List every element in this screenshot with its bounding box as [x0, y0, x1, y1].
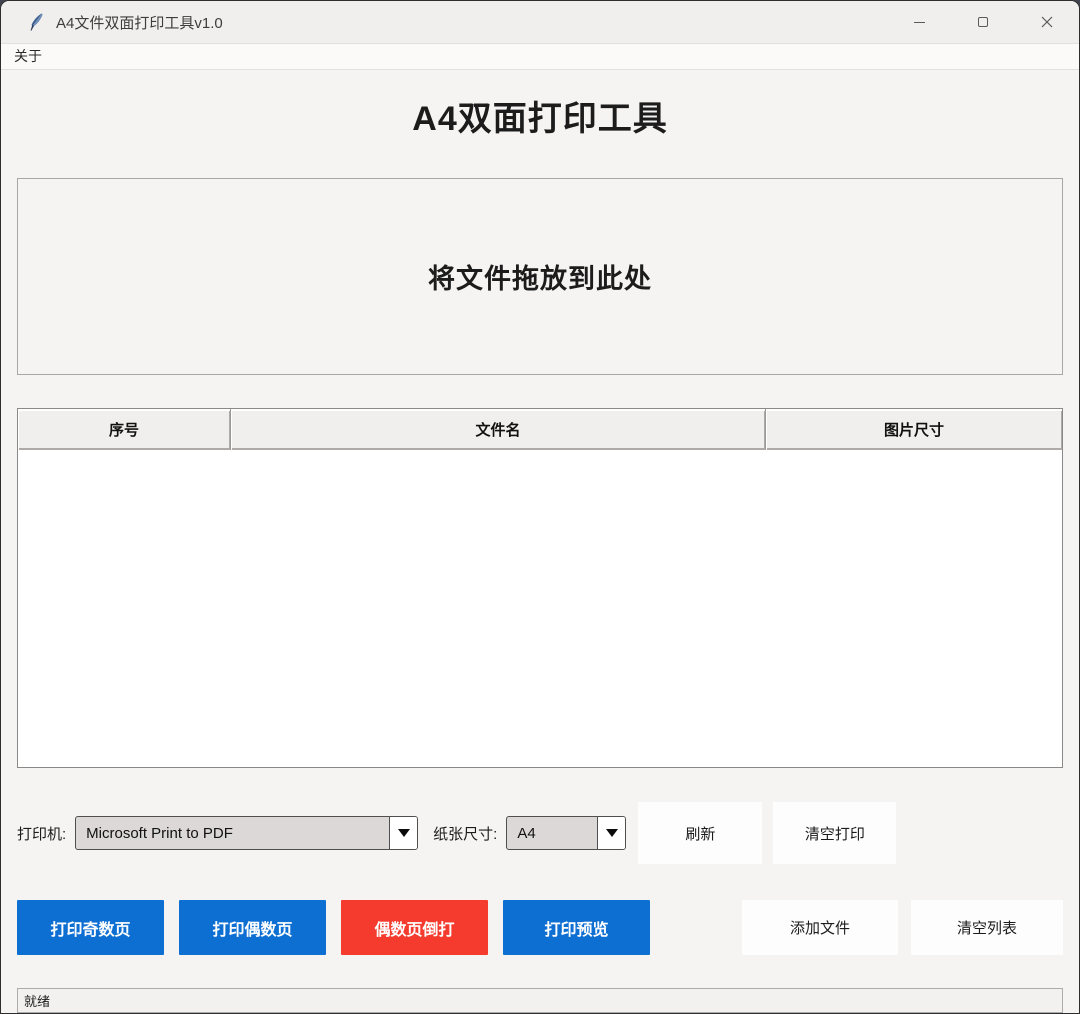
refresh-button[interactable]: 刷新 [638, 802, 762, 864]
dropdown-arrow-icon [606, 829, 618, 837]
add-files-button[interactable]: 添加文件 [742, 900, 898, 955]
paper-size-select[interactable]: A4 [506, 816, 626, 850]
printer-label: 打印机: [17, 823, 66, 844]
printer-settings-row: 打印机: Microsoft Print to PDF 纸张尺寸: A4 刷新 … [17, 802, 1063, 864]
minimize-button[interactable] [887, 1, 951, 43]
dropdown-arrow-icon [398, 829, 410, 837]
maximize-button[interactable] [951, 1, 1015, 43]
print-even-pages-button[interactable]: 打印偶数页 [179, 900, 326, 955]
minimize-icon [914, 22, 925, 23]
printer-select[interactable]: Microsoft Print to PDF [75, 816, 418, 850]
table-header-row: 序号 文件名 图片尺寸 [18, 409, 1062, 450]
drop-zone-hint: 将文件拖放到此处 [428, 257, 652, 296]
print-preview-button[interactable]: 打印预览 [503, 900, 650, 955]
menu-bar: 关于 [1, 43, 1079, 70]
printer-select-value: Microsoft Print to PDF [76, 817, 389, 849]
even-pages-reverse-button[interactable]: 偶数页倒打 [341, 900, 488, 955]
python-feather-icon [28, 13, 45, 32]
maximize-icon [978, 17, 988, 27]
column-header-index[interactable]: 序号 [18, 409, 231, 450]
print-odd-pages-button[interactable]: 打印奇数页 [17, 900, 164, 955]
paper-size-dropdown-button[interactable] [597, 817, 625, 849]
main-content: A4双面打印工具 将文件拖放到此处 序号 文件名 图片尺寸 打印机: Micro… [1, 70, 1079, 1013]
paper-size-label: 纸张尺寸: [433, 823, 497, 844]
file-list-table: 序号 文件名 图片尺寸 [17, 408, 1063, 768]
column-header-filename[interactable]: 文件名 [231, 409, 766, 450]
close-icon [1041, 16, 1053, 28]
clear-print-button[interactable]: 清空打印 [773, 802, 896, 864]
window-title: A4文件双面打印工具v1.0 [56, 12, 223, 33]
paper-size-select-value: A4 [507, 817, 597, 849]
page-title: A4双面打印工具 [17, 91, 1063, 141]
file-drop-zone[interactable]: 将文件拖放到此处 [17, 178, 1063, 375]
action-buttons-row: 打印奇数页 打印偶数页 偶数页倒打 打印预览 添加文件 清空列表 [17, 900, 1063, 955]
app-window: A4文件双面打印工具v1.0 关于 A4双面打印工具 将文件拖放到此处 序号 文… [0, 0, 1080, 1014]
clear-list-button[interactable]: 清空列表 [911, 900, 1063, 955]
column-header-imagesize[interactable]: 图片尺寸 [766, 409, 1062, 450]
title-bar: A4文件双面打印工具v1.0 [1, 1, 1079, 43]
status-bar: 就绪 [17, 988, 1063, 1013]
printer-select-dropdown-button[interactable] [389, 817, 417, 849]
close-button[interactable] [1015, 1, 1079, 43]
table-body-empty [18, 450, 1062, 767]
menu-item-about[interactable]: 关于 [12, 44, 48, 69]
status-text: 就绪 [24, 991, 50, 1010]
